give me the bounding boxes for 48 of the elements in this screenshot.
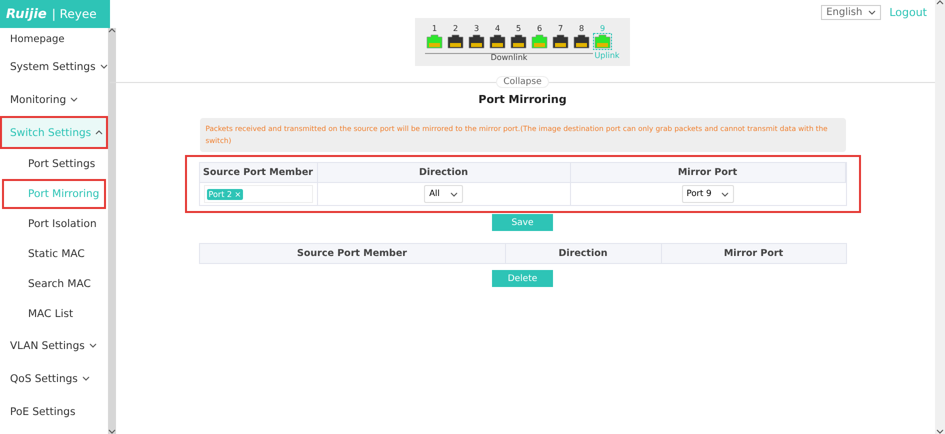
scrollbar[interactable] bbox=[935, 0, 945, 434]
port-number: 5 bbox=[516, 24, 522, 33]
column-header: Mirror Port bbox=[662, 244, 846, 263]
language-select[interactable]: English bbox=[821, 5, 882, 20]
chevron-icon bbox=[100, 64, 108, 69]
port-number: 3 bbox=[474, 24, 480, 33]
sidebar-subitem[interactable]: MAC List bbox=[2, 299, 106, 329]
collapse-button[interactable]: Collapse bbox=[496, 76, 549, 88]
column-header: Source Port Member bbox=[200, 244, 506, 263]
port-number: 2 bbox=[452, 24, 458, 33]
sidebar-subitem[interactable]: Static MAC bbox=[2, 239, 106, 269]
port-number: 6 bbox=[536, 24, 542, 33]
sidebar-subitem[interactable]: Port Isolation bbox=[2, 209, 106, 239]
sidebar-subitem[interactable]: Search MAC bbox=[2, 269, 106, 299]
brand-logo: Ruijie | Reyee bbox=[0, 0, 110, 28]
port-number: 9 bbox=[600, 24, 606, 33]
chevron-icon bbox=[95, 130, 104, 135]
column-header: Source Port Member bbox=[200, 163, 318, 182]
column-header: Mirror Port bbox=[570, 163, 846, 182]
downlink-label: Downlink bbox=[425, 53, 593, 62]
port-number: 8 bbox=[578, 24, 584, 33]
uplink-label: Uplink bbox=[594, 50, 620, 62]
sidebar-item[interactable]: System Settings bbox=[0, 50, 108, 83]
chevron-icon bbox=[450, 192, 458, 196]
column-header: Direction bbox=[506, 244, 662, 263]
port-number: 1 bbox=[432, 24, 438, 33]
chevron-icon bbox=[721, 192, 730, 196]
port-number: 7 bbox=[558, 24, 564, 33]
column-header: Direction bbox=[318, 163, 570, 182]
chevron-icon bbox=[70, 97, 78, 102]
scroll-up-icon bbox=[936, 0, 944, 5]
scroll-down-icon bbox=[108, 429, 116, 434]
page-title: Port Mirroring bbox=[478, 93, 567, 106]
direction-select[interactable]: All bbox=[424, 185, 463, 203]
mirror-port-select[interactable]: Port 9 bbox=[682, 185, 734, 203]
sidebar-subitem[interactable]: Port Settings bbox=[2, 149, 106, 179]
sidebar-item[interactable]: Monitoring bbox=[0, 83, 108, 116]
scroll-down-icon bbox=[936, 429, 944, 434]
sidebar-item[interactable]: PoE Settings bbox=[0, 395, 108, 428]
sidebar-item[interactable]: QoS Settings bbox=[0, 362, 108, 395]
sidebar-item[interactable]: VLAN Settings bbox=[0, 329, 108, 362]
chevron-icon bbox=[868, 10, 876, 15]
scroll-up-icon bbox=[108, 28, 116, 33]
chevron-icon bbox=[88, 343, 97, 348]
scrollbar[interactable] bbox=[108, 28, 116, 434]
chevron-icon bbox=[82, 376, 90, 381]
sidebar-item[interactable]: Homepage bbox=[0, 28, 108, 50]
port-number: 4 bbox=[494, 24, 500, 33]
